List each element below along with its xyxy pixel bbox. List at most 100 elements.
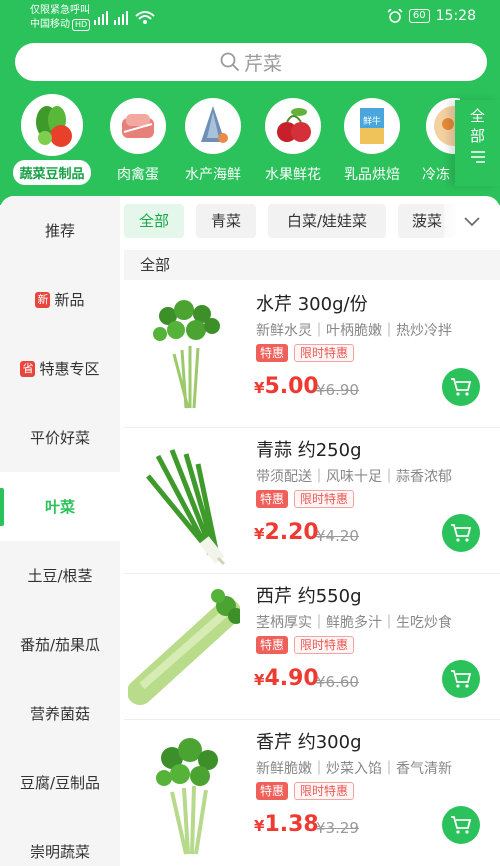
sidebar-item-value[interactable]: 平价好菜 (0, 403, 120, 472)
sidebar-item-label: 土豆/根茎 (27, 567, 93, 585)
chinese-celery-image (156, 738, 218, 855)
product-desc: 茎柄厚实｜鲜脆多汁｜生吃炒食 (256, 615, 452, 631)
limited-deal-tag: 限时特惠 (294, 490, 355, 508)
add-to-cart-button[interactable] (442, 514, 480, 552)
menu-icon (470, 151, 485, 163)
time-text: 15:28 (435, 8, 476, 24)
original-price: ¥3.29 (316, 819, 359, 837)
filter-greens[interactable]: 青菜 (196, 204, 256, 238)
sidebar-item-tomato[interactable]: 番茄/茄果瓜 (0, 610, 120, 679)
all-categories-label: 全部 (469, 107, 485, 145)
category-label: 水果鲜花 (265, 167, 321, 183)
sidebar-item-potato-root[interactable]: 土豆/根茎 (0, 541, 120, 610)
sidebar-item-mushroom[interactable]: 营养菌菇 (0, 679, 120, 748)
filter-all[interactable]: 全部 (124, 204, 184, 238)
water-celery-image (153, 300, 220, 409)
hd-badge: HD (72, 19, 91, 31)
category-fruit-image (265, 98, 321, 154)
product-card[interactable]: 香芹 约300g 新鲜脆嫩｜炒菜入馅｜香气清新 特惠 限时特惠 ¥1.38 ¥3.… (124, 720, 500, 866)
sidebar-item-tofu[interactable]: 豆腐/豆制品 (0, 748, 120, 817)
original-price: ¥4.20 (316, 527, 359, 545)
sidebar-item-label: 番茄/茄果瓜 (19, 636, 101, 654)
product-desc: 新鲜水灵｜叶柄脆嫩｜热炒冷拌 (256, 323, 452, 339)
add-to-cart-button[interactable] (442, 806, 480, 844)
sidebar-item-deals[interactable]: 省特惠专区 (0, 334, 120, 403)
add-to-cart-button[interactable] (442, 368, 480, 406)
alarm-icon (387, 9, 403, 23)
category-label: 乳品烘焙 (344, 167, 400, 183)
search-placeholder: 芹菜 (243, 52, 282, 75)
header: 仅限紧急呼叫 中国移动 HD 60 15:28 芹菜 蔬菜豆制品 肉禽蛋 水产海… (0, 0, 500, 205)
filter-cabbage[interactable]: 白菜/娃娃菜 (268, 204, 386, 238)
carrier-name: 中国移动 (30, 19, 70, 30)
limited-deal-tag: 限时特惠 (294, 344, 355, 362)
product-name: 西芹 约550g (256, 586, 362, 607)
category-label: 蔬菜豆制品 (13, 160, 91, 185)
product-card[interactable]: 水芹 300g/份 新鲜水灵｜叶柄脆嫩｜热炒冷拌 特惠 限时特惠 ¥5.00 ¥6… (124, 282, 500, 428)
category-vegetables[interactable]: 蔬菜豆制品 (10, 94, 94, 185)
product-desc: 新鲜脆嫩｜炒菜入馅｜香气清新 (256, 761, 452, 777)
product-tags: 特惠 限时特惠 (256, 490, 355, 508)
all-categories-button[interactable]: 全部 (455, 100, 500, 186)
limited-deal-tag: 限时特惠 (294, 636, 355, 654)
sidebar-item-label: 豆腐/豆制品 (19, 774, 101, 792)
original-price: ¥6.60 (316, 673, 359, 691)
product-name: 青蒜 约250g (256, 440, 362, 461)
sidebar-item-chongming[interactable]: 崇明蔬菜 (0, 817, 120, 866)
price-value: 1.38 (264, 812, 319, 837)
price-value: 5.00 (264, 374, 319, 399)
product-name: 水芹 300g/份 (256, 294, 368, 315)
deal-tag: 特惠 (256, 636, 289, 654)
product-name: 香芹 约300g (256, 732, 362, 753)
save-badge: 省 (20, 360, 36, 377)
add-to-cart-button[interactable] (442, 660, 480, 698)
limited-deal-tag: 限时特惠 (294, 782, 355, 800)
price-value: 4.90 (264, 666, 319, 691)
sidebar-item-new[interactable]: 新新品 (0, 265, 120, 334)
product-price: ¥4.90 (254, 666, 319, 691)
product-price: ¥2.20 (254, 520, 319, 545)
cart-icon (451, 816, 472, 834)
search-icon (220, 52, 239, 71)
filter-chips: 全部 青菜 白菜/娃娃菜 菠菜 (124, 204, 500, 240)
search-bar[interactable]: 芹菜 (15, 43, 487, 81)
status-bar: 仅限紧急呼叫 中国移动 HD 60 15:28 (0, 0, 500, 36)
category-meat-eggs[interactable]: 肉禽蛋 (96, 98, 180, 184)
section-header: 全部 (124, 250, 500, 280)
cart-icon (451, 378, 472, 396)
deal-tag: 特惠 (256, 782, 289, 800)
currency-symbol: ¥ (254, 379, 265, 397)
carrier-info: 仅限紧急呼叫 中国移动 HD (30, 4, 91, 32)
product-card[interactable]: 西芹 约550g 茎柄厚实｜鲜脆多汁｜生吃炒食 特惠 限时特惠 ¥4.90 ¥6.… (124, 574, 500, 720)
category-vegetables-image (21, 94, 83, 156)
category-label: 水产海鲜 (185, 167, 241, 183)
category-frozen[interactable]: 冷冻 (404, 98, 460, 184)
sidebar-item-label: 平价好菜 (29, 429, 90, 447)
product-tags: 特惠 限时特惠 (256, 344, 355, 362)
price-value: 2.20 (264, 520, 319, 545)
category-fruit-flowers[interactable]: 水果鲜花 (251, 98, 335, 184)
cart-icon (451, 524, 472, 542)
product-price: ¥1.38 (254, 812, 319, 837)
sidebar-item-label: 推荐 (44, 222, 75, 240)
sidebar-item-leafy[interactable]: 叶菜 (0, 472, 120, 541)
sidebar-item-label: 营养菌菇 (29, 705, 90, 723)
category-seafood-image (185, 98, 241, 154)
sidebar-item-recommend[interactable]: 推荐 (0, 196, 120, 265)
sidebar: 推荐 新新品 省特惠专区 平价好菜 叶菜 土豆/根茎 番茄/茄果瓜 营养菌菇 豆… (0, 196, 120, 866)
product-price: ¥5.00 (254, 374, 319, 399)
currency-symbol: ¥ (254, 671, 265, 689)
product-desc: 带须配送｜风味十足｜蒜香浓郁 (256, 469, 452, 485)
expand-filters-button[interactable] (444, 204, 500, 240)
category-meat-image (110, 98, 166, 154)
cart-icon (451, 670, 472, 688)
sidebar-item-label: 特惠专区 (39, 360, 100, 378)
category-dairy-bakery[interactable]: 鲜牛 乳品烘焙 (330, 98, 414, 184)
category-dairy-image: 鲜牛 (344, 98, 400, 154)
deal-tag: 特惠 (256, 490, 289, 508)
category-label: 肉禽蛋 (117, 167, 159, 183)
category-seafood[interactable]: 水产海鲜 (171, 98, 255, 184)
new-badge: 新 (35, 291, 51, 308)
product-card[interactable]: 青蒜 约250g 带须配送｜风味十足｜蒜香浓郁 特惠 限时特惠 ¥2.20 ¥4.… (124, 428, 500, 574)
sidebar-item-label: 叶菜 (44, 498, 75, 516)
